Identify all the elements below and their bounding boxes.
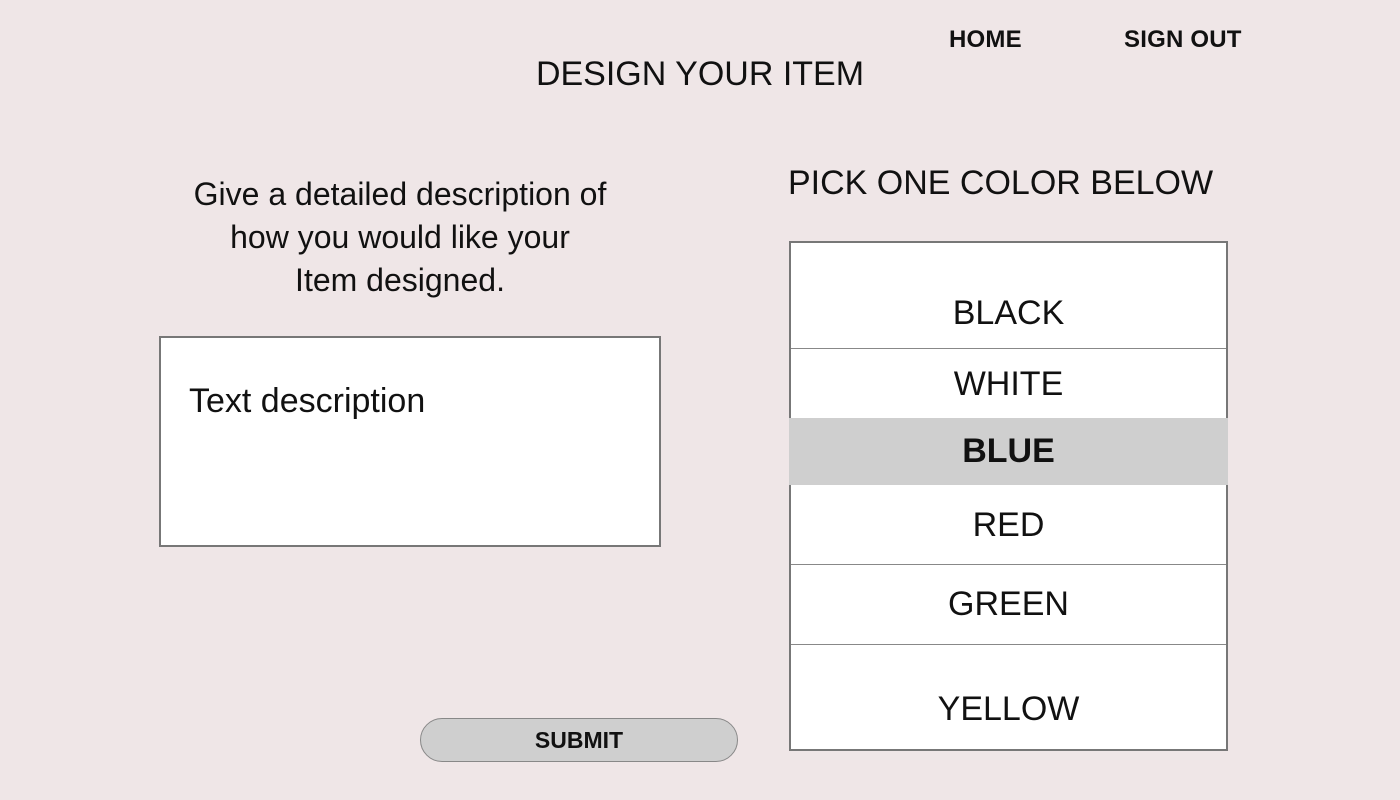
sign-out-link[interactable]: SIGN OUT <box>1124 26 1242 54</box>
color-option-label: YELLOW <box>937 689 1080 728</box>
color-option-label: BLUE <box>962 432 1055 470</box>
color-picker-heading: PICK ONE COLOR BELOW <box>788 164 1214 202</box>
color-option-black[interactable]: BLACK <box>791 243 1226 349</box>
color-option-green[interactable]: GREEN <box>791 565 1226 644</box>
color-option-label: BLACK <box>952 293 1065 332</box>
color-option-yellow[interactable]: YELLOW <box>791 645 1226 749</box>
color-option-label: RED <box>972 505 1045 544</box>
color-list: BLACK WHITE BLUE RED GREEN YELLOW <box>789 241 1228 751</box>
color-option-blue[interactable]: BLUE <box>789 418 1228 485</box>
description-textarea[interactable] <box>161 338 659 545</box>
page-title: DESIGN YOUR ITEM <box>535 55 865 93</box>
description-instructions: Give a detailed description of how you w… <box>193 176 607 298</box>
color-option-label: WHITE <box>953 364 1064 403</box>
color-option-red[interactable]: RED <box>791 485 1226 565</box>
submit-button[interactable]: SUBMIT <box>420 718 738 762</box>
color-option-white[interactable]: WHITE <box>791 349 1226 419</box>
color-option-label: GREEN <box>948 585 1069 623</box>
description-box <box>159 336 661 547</box>
home-link[interactable]: HOME <box>949 26 1022 54</box>
